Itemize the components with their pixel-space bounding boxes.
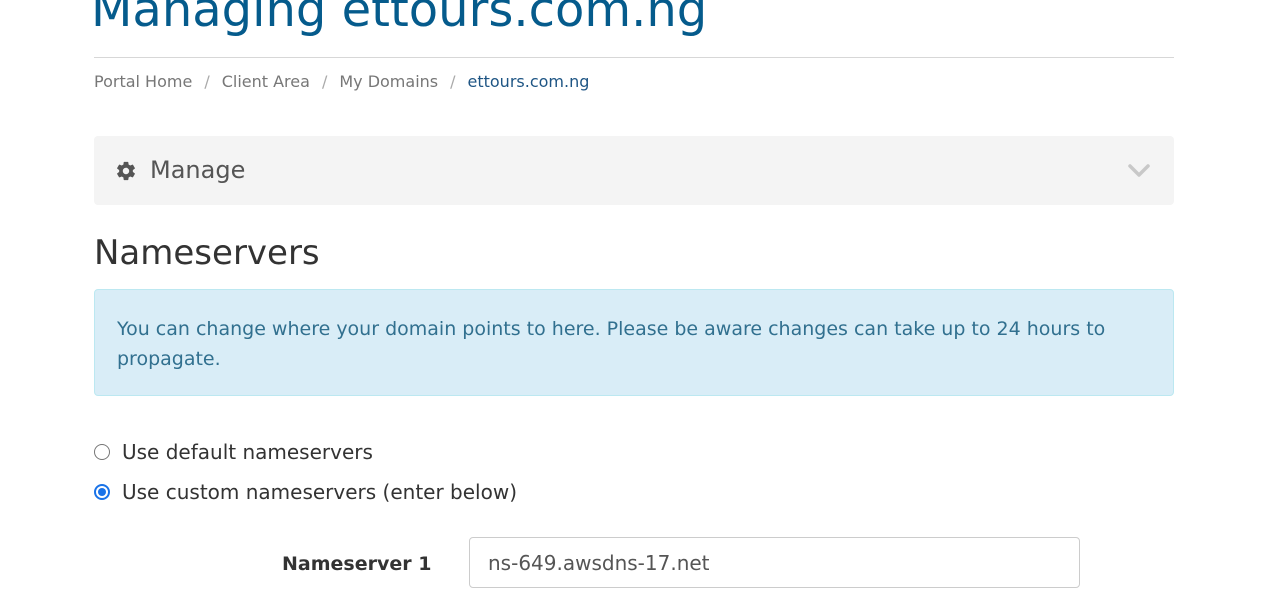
- title-divider: [94, 57, 1174, 58]
- breadcrumb-separator: /: [204, 72, 210, 91]
- default-nameservers-label: Use default nameservers: [122, 440, 373, 464]
- nameservers-heading: Nameservers: [94, 233, 320, 273]
- default-nameservers-option[interactable]: Use default nameservers: [94, 440, 373, 464]
- breadcrumb-portal-home[interactable]: Portal Home: [94, 72, 192, 91]
- manage-label: Manage: [150, 156, 246, 184]
- custom-nameservers-option[interactable]: Use custom nameservers (enter below): [94, 480, 517, 504]
- breadcrumb-separator: /: [450, 72, 456, 91]
- custom-nameservers-label: Use custom nameservers (enter below): [122, 480, 517, 504]
- breadcrumb-current-domain: ettours.com.ng: [467, 72, 590, 91]
- info-alert: You can change where your domain points …: [94, 289, 1174, 396]
- nameserver-1-label: Nameserver 1: [282, 553, 432, 575]
- breadcrumb: Portal Home / Client Area / My Domains / ettou…: [94, 71, 589, 93]
- breadcrumb-separator: /: [321, 72, 328, 91]
- page: Managing ettours.com.ng Portal Home / Clie…: [0, 0, 1265, 603]
- breadcrumb-my-domains[interactable]: My Domains: [339, 72, 438, 91]
- default-nameservers-radio[interactable]: [94, 444, 110, 460]
- custom-nameservers-radio[interactable]: [94, 484, 110, 500]
- page-title: Managing ettours.com.ng: [91, 0, 708, 38]
- manage-dropdown[interactable]: Manage: [94, 136, 1174, 205]
- gear-icon: [117, 161, 135, 181]
- breadcrumb-client-area[interactable]: Client Area: [222, 72, 310, 91]
- info-alert-text: You can change where your domain points …: [117, 318, 1106, 370]
- nameserver-1-input[interactable]: [469, 537, 1080, 588]
- chevron-down-icon: [1128, 164, 1150, 177]
